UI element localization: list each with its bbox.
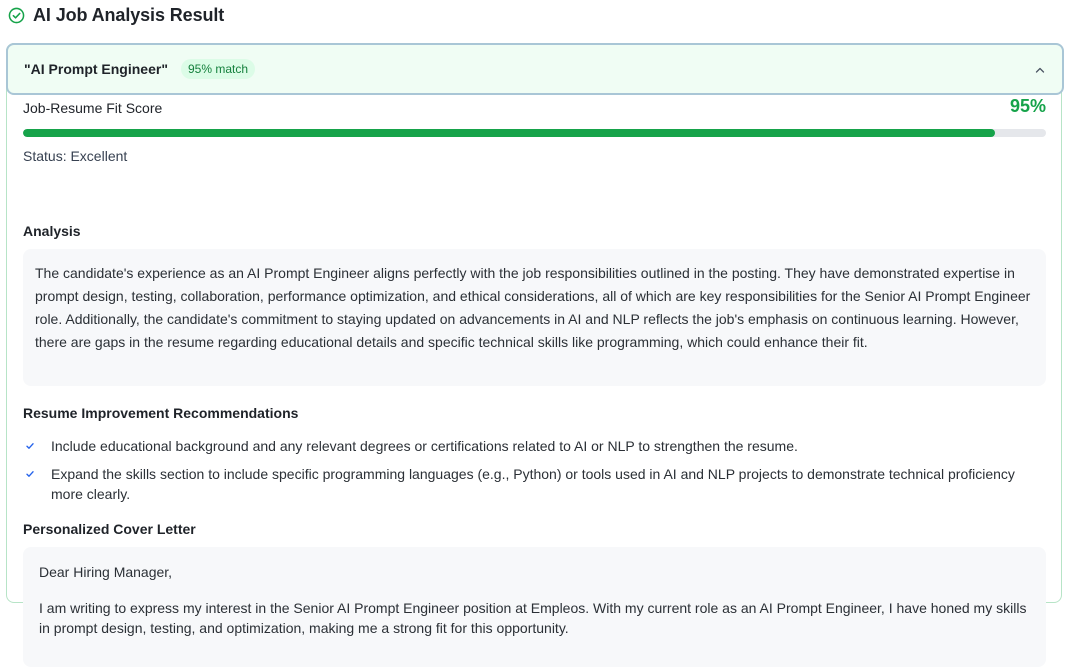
fit-score-label: Job-Resume Fit Score — [23, 100, 163, 116]
recommendations-heading: Resume Improvement Recommendations — [23, 405, 299, 421]
cover-letter-heading: Personalized Cover Letter — [23, 521, 196, 537]
analysis-heading: Analysis — [23, 223, 81, 239]
chevron-up-icon[interactable] — [1034, 64, 1046, 76]
analysis-text: The candidate's experience as an AI Prom… — [23, 249, 1046, 386]
page-title: AI Job Analysis Result — [33, 4, 225, 25]
job-title: "AI Prompt Engineer" — [24, 61, 168, 77]
cover-letter-greeting: Dear Hiring Manager, — [39, 564, 173, 580]
check-icon — [26, 471, 34, 477]
recommendation-item: Include educational background and any r… — [23, 436, 1046, 456]
cover-letter-body: I am writing to express my interest in t… — [39, 600, 1027, 636]
fit-status: Status: Excellent — [23, 148, 128, 164]
check-circle-icon — [8, 7, 25, 23]
recommendation-text: Expand the skills section to include spe… — [51, 466, 1015, 502]
recommendations-list: Include educational background and any r… — [23, 436, 1046, 512]
recommendation-text: Include educational background and any r… — [51, 438, 798, 454]
job-analysis-content: Job-Resume Fit Score 95% Status: Excelle… — [23, 96, 1046, 667]
fit-progress-bar — [23, 129, 1046, 137]
page-header: AI Job Analysis Result — [8, 3, 224, 27]
job-accordion-header[interactable]: "AI Prompt Engineer" 95% match — [6, 43, 1064, 95]
recommendation-item: Expand the skills section to include spe… — [23, 464, 1046, 504]
fit-score-row: Job-Resume Fit Score 95% — [23, 96, 1046, 127]
fit-score-value: 95% — [1009, 96, 1046, 116]
cover-letter-box: Dear Hiring Manager, I am writing to exp… — [23, 547, 1046, 667]
match-badge: 95% match — [180, 59, 255, 79]
fit-progress-fill — [23, 129, 995, 137]
job-analysis-panel: "AI Prompt Engineer" 95% match Job-Resum… — [6, 43, 1064, 667]
check-icon — [26, 443, 34, 449]
